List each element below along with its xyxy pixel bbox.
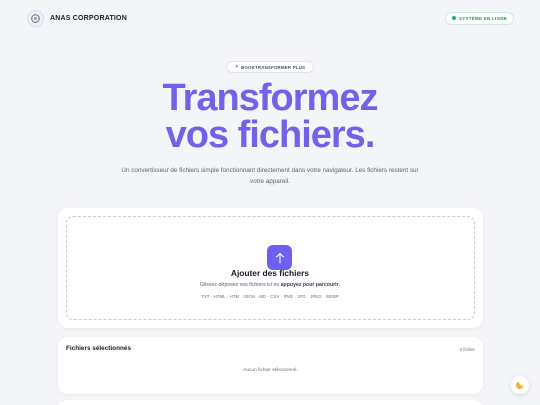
dropzone-hint-text: Glissez-déposez vos fichiers ici ou: [199, 282, 281, 288]
top-bar: ANAS CORPORATION SYSTÈME EN LIGNE: [0, 0, 540, 36]
product-badge-label: BOOKTRANSFORMER PLUS: [240, 64, 306, 70]
product-badge: ✦ BOOKTRANSFORMER PLUS: [226, 61, 314, 73]
status-dot-icon: [451, 16, 456, 20]
brand-name: ANAS CORPORATION: [50, 14, 127, 22]
gear-globe-icon: [27, 9, 44, 27]
sparkle-icon: ✦: [234, 64, 239, 70]
system-status-badge: SYSTÈME EN LIGNE: [444, 11, 514, 25]
next-section-card: [58, 400, 483, 405]
selected-files-title: Fichiers sélectionnés: [66, 345, 131, 352]
hero-title: Transformez vos fichiers.: [0, 77, 540, 156]
upload-arrow-icon[interactable]: [267, 245, 292, 270]
hero-subtitle: Un convertisseur de fichiers simple fonc…: [121, 167, 419, 185]
status-text: SYSTÈME EN LIGNE: [458, 15, 507, 21]
dropzone-hint: Glissez-déposez vos fichiers ici ou appu…: [0, 282, 540, 288]
supported-formats: TXT · HTML · HTM · JSON · MD · CSV · PNG…: [201, 294, 339, 299]
dropzone-title: Ajouter des fichiers: [230, 268, 310, 278]
moon-icon: [515, 376, 525, 394]
selected-files-card: Fichiers sélectionnés 0 fichier Aucun fi…: [58, 337, 483, 394]
empty-files-message: Aucun fichier sélectionné.: [243, 368, 298, 373]
browse-files-link[interactable]: appuyez pour parcourir: [281, 282, 339, 288]
hero-title-line-1: Transformez: [162, 77, 379, 119]
theme-toggle-button[interactable]: [511, 376, 529, 394]
dropzone-hint-end: .: [338, 282, 341, 288]
selected-files-count: 0 fichier: [459, 347, 475, 352]
brand[interactable]: ANAS CORPORATION: [27, 9, 127, 27]
hero-title-line-2: vos fichiers.: [165, 114, 376, 156]
